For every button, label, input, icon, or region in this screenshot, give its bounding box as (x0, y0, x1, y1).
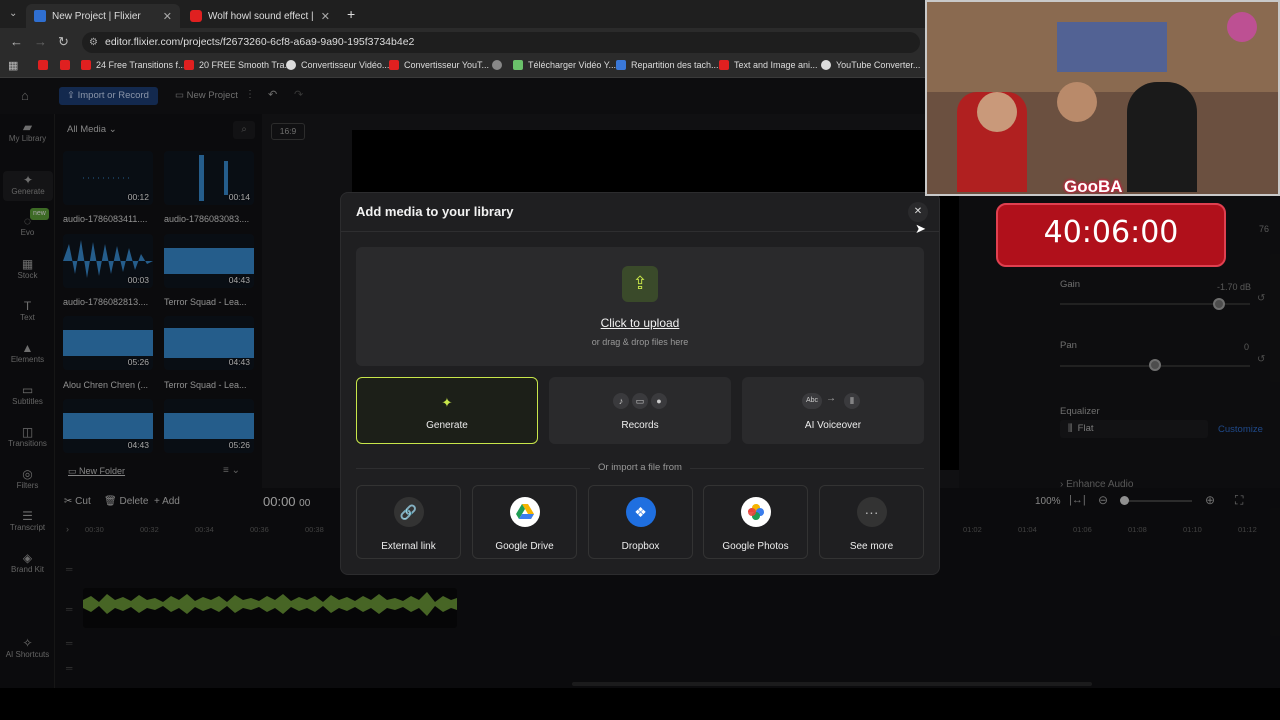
bookmark-item[interactable]: Text and Image ani... (719, 60, 818, 70)
youtube-icon (184, 60, 194, 70)
dialog-title: Add media to your library (356, 204, 514, 219)
browser-tab-bar: ⌄ New Project | Flixier ✕ Wolf howl soun… (0, 0, 925, 28)
webcam-person (1127, 82, 1197, 192)
bookmark-youtube[interactable] (38, 60, 53, 70)
tab-youtube[interactable]: Wolf howl sound effect | night ✕ (182, 4, 338, 28)
source-label: External link (381, 541, 436, 552)
webcam-light (1227, 12, 1257, 42)
import-divider-label: Or import a file from (590, 462, 690, 473)
close-icon: ✕ (913, 206, 923, 217)
waveform-icon: ⦀ (844, 393, 860, 409)
option-label: Generate (426, 420, 468, 431)
youtube-icon (389, 60, 399, 70)
upload-hint: or drag & drop files here (591, 337, 689, 347)
source-label: Google Photos (722, 541, 789, 552)
screen-icon: ▭ (632, 393, 648, 409)
divider (341, 231, 939, 232)
microphone-icon: ♪ (613, 393, 629, 409)
tab-list-icon[interactable]: ⌄ (9, 8, 17, 19)
url-input[interactable]: ⚙ editor.flixier.com/projects/f2673260-6… (82, 32, 920, 53)
webcam-person (1057, 82, 1097, 122)
close-tab-icon[interactable]: ✕ (163, 10, 172, 23)
bookmark-item[interactable]: Convertisseur YouT... (389, 60, 489, 70)
tab-title: Wolf howl sound effect | night (208, 10, 316, 22)
webcam-flags (1057, 22, 1167, 72)
flixier-favicon-icon (34, 10, 46, 22)
arrow-right-icon: → (826, 393, 836, 404)
youtube-icon (60, 60, 70, 70)
bookmarks-bar: ▦ 24 Free Transitions f... 20 FREE Smoot… (0, 56, 925, 78)
source-label: Dropbox (621, 541, 660, 552)
download-icon (513, 60, 523, 70)
add-media-dialog: Add media to your library ✕ ⇪ Click to u… (340, 192, 940, 575)
url-text: editor.flixier.com/projects/f2673260-6cf… (105, 36, 415, 48)
google-drive-source[interactable]: Google Drive (472, 485, 577, 559)
link-icon: 🔗 (393, 497, 424, 527)
back-arrow-icon[interactable]: ← (10, 34, 23, 49)
google-drive-icon (509, 497, 540, 527)
streamer-name: GooBA (1064, 177, 1123, 196)
new-tab-button[interactable]: + (347, 6, 355, 22)
apps-grid-icon[interactable]: ▦ (8, 59, 18, 72)
docs-icon (616, 60, 626, 70)
records-option[interactable]: ♪ ▭ ● Records (549, 377, 731, 444)
ai-voiceover-option[interactable]: Abc → ⦀ AI Voiceover (742, 377, 924, 444)
click-to-upload-link[interactable]: Click to upload (356, 316, 924, 330)
dropbox-icon: ❖ (625, 497, 656, 527)
option-label: AI Voiceover (804, 420, 862, 431)
tab-title: New Project | Flixier (52, 10, 141, 22)
sparkle-icon: ✦ (441, 395, 453, 410)
youtube-favicon-icon (190, 10, 202, 22)
globe-icon (286, 60, 296, 70)
dropbox-source[interactable]: ❖ Dropbox (588, 485, 693, 559)
globe-icon (492, 60, 502, 70)
site-settings-icon[interactable]: ⚙ (89, 32, 98, 53)
reload-icon[interactable]: ↻ (58, 34, 69, 50)
bookmark-item[interactable] (492, 60, 507, 70)
bookmark-item[interactable]: 24 Free Transitions f... (81, 60, 186, 70)
timer-display: 40:06:00 (1043, 215, 1179, 250)
address-bar-row: ← → ↻ ⚙ editor.flixier.com/projects/f267… (0, 28, 925, 56)
youtube-icon (81, 60, 91, 70)
bottom-bar (0, 688, 1280, 720)
timer-overlay: 40:06:00 (996, 203, 1226, 267)
youtube-icon (719, 60, 729, 70)
upload-icon: ⇪ (622, 266, 658, 302)
bookmark-item[interactable]: Repartition des tach... (616, 60, 719, 70)
close-dialog-button[interactable]: ✕ (908, 202, 928, 222)
forward-arrow-icon[interactable]: → (34, 34, 47, 49)
bookmark-item[interactable]: Convertisseur Vidéo... (286, 60, 389, 70)
bookmark-item[interactable]: 20 FREE Smooth Tra... (184, 60, 292, 70)
bookmark-item[interactable]: YouTube Converter... (821, 60, 920, 70)
webcam-overlay (925, 0, 1280, 196)
close-tab-icon[interactable]: ✕ (321, 10, 330, 23)
google-photos-source[interactable]: Google Photos (703, 485, 808, 559)
webcam-person (977, 92, 1017, 132)
generate-option[interactable]: ✦ Generate (356, 377, 538, 444)
globe-icon (821, 60, 831, 70)
text-abc-icon: Abc (802, 393, 822, 409)
source-label: Google Drive (495, 541, 554, 552)
bookmark-item[interactable]: Télécharger Vidéo Y... (513, 60, 616, 70)
source-label: See more (849, 541, 894, 552)
google-photos-icon (740, 497, 771, 527)
mouse-cursor-icon: ➤ (915, 221, 926, 236)
option-label: Records (621, 420, 659, 431)
external-link-source[interactable]: 🔗 External link (356, 485, 461, 559)
see-more-source[interactable]: ··· See more (819, 485, 924, 559)
tab-flixier[interactable]: New Project | Flixier ✕ (26, 4, 180, 28)
bookmark-youtube[interactable] (60, 60, 75, 70)
youtube-icon (38, 60, 48, 70)
upload-dropzone[interactable]: ⇪ Click to upload or drag & drop files h… (356, 247, 924, 366)
more-dots-icon: ··· (856, 497, 887, 527)
person-icon: ● (651, 393, 667, 409)
